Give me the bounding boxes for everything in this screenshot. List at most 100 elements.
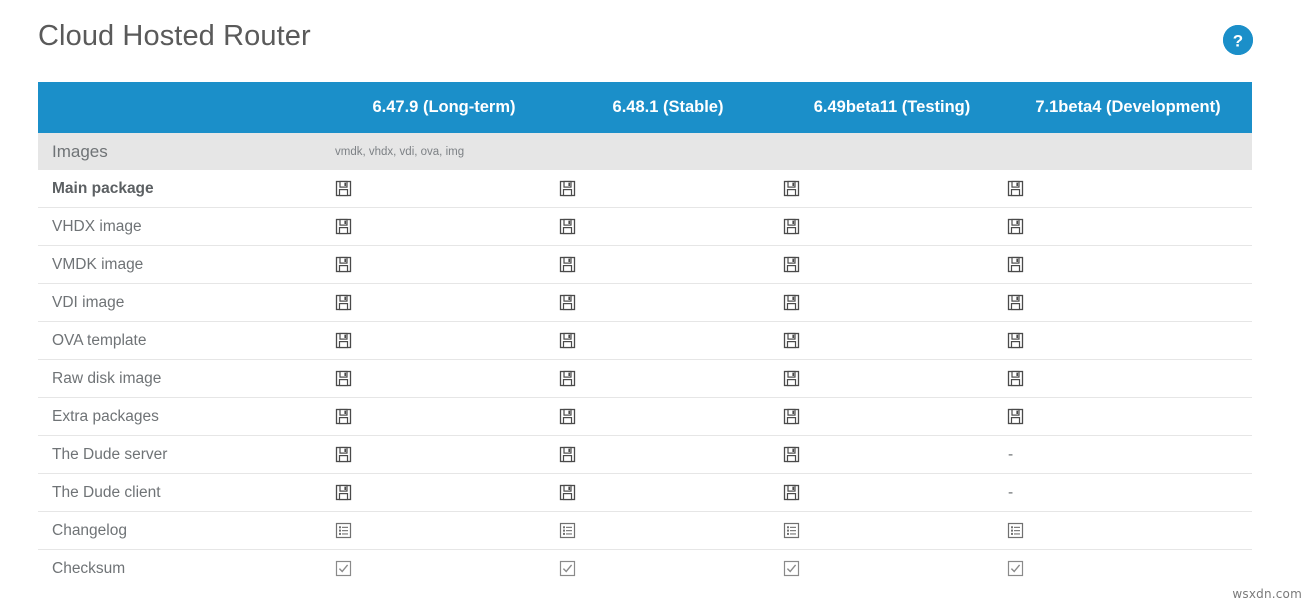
floppy-disk-save-icon[interactable] [1007, 370, 1024, 387]
floppy-disk-save-icon[interactable] [559, 446, 576, 463]
floppy-disk-save-icon[interactable] [335, 408, 352, 425]
cell-download-link[interactable] [556, 208, 780, 246]
floppy-disk-save-icon[interactable] [1007, 294, 1024, 311]
cell-download-link[interactable] [332, 436, 556, 474]
floppy-disk-save-icon[interactable] [1007, 408, 1024, 425]
cell-checksum-link[interactable] [556, 550, 780, 588]
floppy-disk-save-icon[interactable] [559, 180, 576, 197]
row-label: Raw disk image [38, 360, 332, 398]
row-label: Main package [38, 170, 332, 208]
floppy-disk-save-icon[interactable] [559, 370, 576, 387]
cell-download-link[interactable] [332, 474, 556, 512]
cell-download-link[interactable] [780, 284, 1004, 322]
cell-download-link[interactable] [780, 474, 1004, 512]
floppy-disk-save-icon[interactable] [783, 218, 800, 235]
table-row: Main package [38, 170, 1252, 208]
floppy-disk-save-icon[interactable] [335, 294, 352, 311]
downloads-table-container: 6.47.9 (Long-term) 6.48.1 (Stable) 6.49b… [38, 82, 1252, 587]
cell-download-link[interactable] [332, 170, 556, 208]
table-header-row: 6.47.9 (Long-term) 6.48.1 (Stable) 6.49b… [38, 82, 1252, 133]
downloads-table: 6.47.9 (Long-term) 6.48.1 (Stable) 6.49b… [38, 82, 1252, 587]
cell-download-link[interactable] [556, 170, 780, 208]
cell-changelog-link[interactable] [332, 512, 556, 550]
cell-download-link[interactable] [556, 436, 780, 474]
cell-download-link[interactable] [332, 208, 556, 246]
table-row: Raw disk image [38, 360, 1252, 398]
floppy-disk-save-icon[interactable] [1007, 218, 1024, 235]
cell-download-link[interactable] [556, 246, 780, 284]
list-lines-icon[interactable] [1007, 522, 1024, 539]
cell-download-link[interactable] [1004, 208, 1252, 246]
floppy-disk-save-icon[interactable] [783, 332, 800, 349]
floppy-disk-save-icon[interactable] [1007, 256, 1024, 273]
floppy-disk-save-icon[interactable] [783, 408, 800, 425]
cell-download-link[interactable] [556, 284, 780, 322]
column-header-stable: 6.48.1 (Stable) [556, 82, 780, 133]
floppy-disk-save-icon[interactable] [559, 256, 576, 273]
floppy-disk-save-icon[interactable] [335, 256, 352, 273]
section-spacer-3 [1004, 133, 1252, 170]
row-label: Checksum [38, 550, 332, 588]
cell-download-link[interactable] [1004, 170, 1252, 208]
cell-checksum-link[interactable] [332, 550, 556, 588]
cell-checksum-link[interactable] [1004, 550, 1252, 588]
cell-download-link[interactable] [1004, 322, 1252, 360]
section-spacer-1 [556, 133, 780, 170]
floppy-disk-save-icon[interactable] [335, 446, 352, 463]
cell-download-link[interactable] [1004, 246, 1252, 284]
floppy-disk-save-icon[interactable] [559, 408, 576, 425]
checkbox-check-icon[interactable] [335, 560, 352, 577]
list-lines-icon[interactable] [783, 522, 800, 539]
floppy-disk-save-icon[interactable] [559, 332, 576, 349]
cell-download-link[interactable] [332, 360, 556, 398]
cell-download-link[interactable] [780, 170, 1004, 208]
cell-download-link[interactable] [332, 398, 556, 436]
cell-download-link[interactable] [780, 322, 1004, 360]
list-lines-icon[interactable] [335, 522, 352, 539]
row-label: VDI image [38, 284, 332, 322]
section-label-images: Images [38, 133, 332, 170]
cell-download-link[interactable] [332, 284, 556, 322]
cell-download-link[interactable] [556, 474, 780, 512]
cell-download-link[interactable] [1004, 284, 1252, 322]
cell-download-link[interactable] [1004, 360, 1252, 398]
checkbox-check-icon[interactable] [783, 560, 800, 577]
floppy-disk-save-icon[interactable] [1007, 180, 1024, 197]
cell-changelog-link[interactable] [556, 512, 780, 550]
cell-download-link[interactable] [556, 360, 780, 398]
floppy-disk-save-icon[interactable] [1007, 332, 1024, 349]
floppy-disk-save-icon[interactable] [559, 218, 576, 235]
floppy-disk-save-icon[interactable] [783, 256, 800, 273]
cell-changelog-link[interactable] [780, 512, 1004, 550]
page-title: Cloud Hosted Router [38, 20, 311, 53]
cell-checksum-link[interactable] [780, 550, 1004, 588]
floppy-disk-save-icon[interactable] [335, 332, 352, 349]
checkbox-check-icon[interactable] [1007, 560, 1024, 577]
cell-download-link[interactable] [780, 208, 1004, 246]
floppy-disk-save-icon[interactable] [559, 294, 576, 311]
floppy-disk-save-icon[interactable] [783, 484, 800, 501]
checkbox-check-icon[interactable] [559, 560, 576, 577]
cell-changelog-link[interactable] [1004, 512, 1252, 550]
floppy-disk-save-icon[interactable] [783, 370, 800, 387]
cell-download-link[interactable] [780, 436, 1004, 474]
floppy-disk-save-icon[interactable] [335, 370, 352, 387]
cell-download-link[interactable] [332, 322, 556, 360]
cell-download-link[interactable] [780, 398, 1004, 436]
floppy-disk-save-icon[interactable] [783, 180, 800, 197]
floppy-disk-save-icon[interactable] [335, 180, 352, 197]
cell-download-link[interactable] [556, 322, 780, 360]
floppy-disk-save-icon[interactable] [335, 218, 352, 235]
section-formats-images: vmdk, vhdx, vdi, ova, img [332, 133, 556, 170]
cell-download-link[interactable] [1004, 398, 1252, 436]
cell-download-link[interactable] [780, 360, 1004, 398]
cell-download-link[interactable] [556, 398, 780, 436]
floppy-disk-save-icon[interactable] [783, 446, 800, 463]
help-circle-icon[interactable]: ? [1223, 25, 1253, 55]
list-lines-icon[interactable] [559, 522, 576, 539]
floppy-disk-save-icon[interactable] [559, 484, 576, 501]
cell-download-link[interactable] [780, 246, 1004, 284]
floppy-disk-save-icon[interactable] [335, 484, 352, 501]
floppy-disk-save-icon[interactable] [783, 294, 800, 311]
cell-download-link[interactable] [332, 246, 556, 284]
